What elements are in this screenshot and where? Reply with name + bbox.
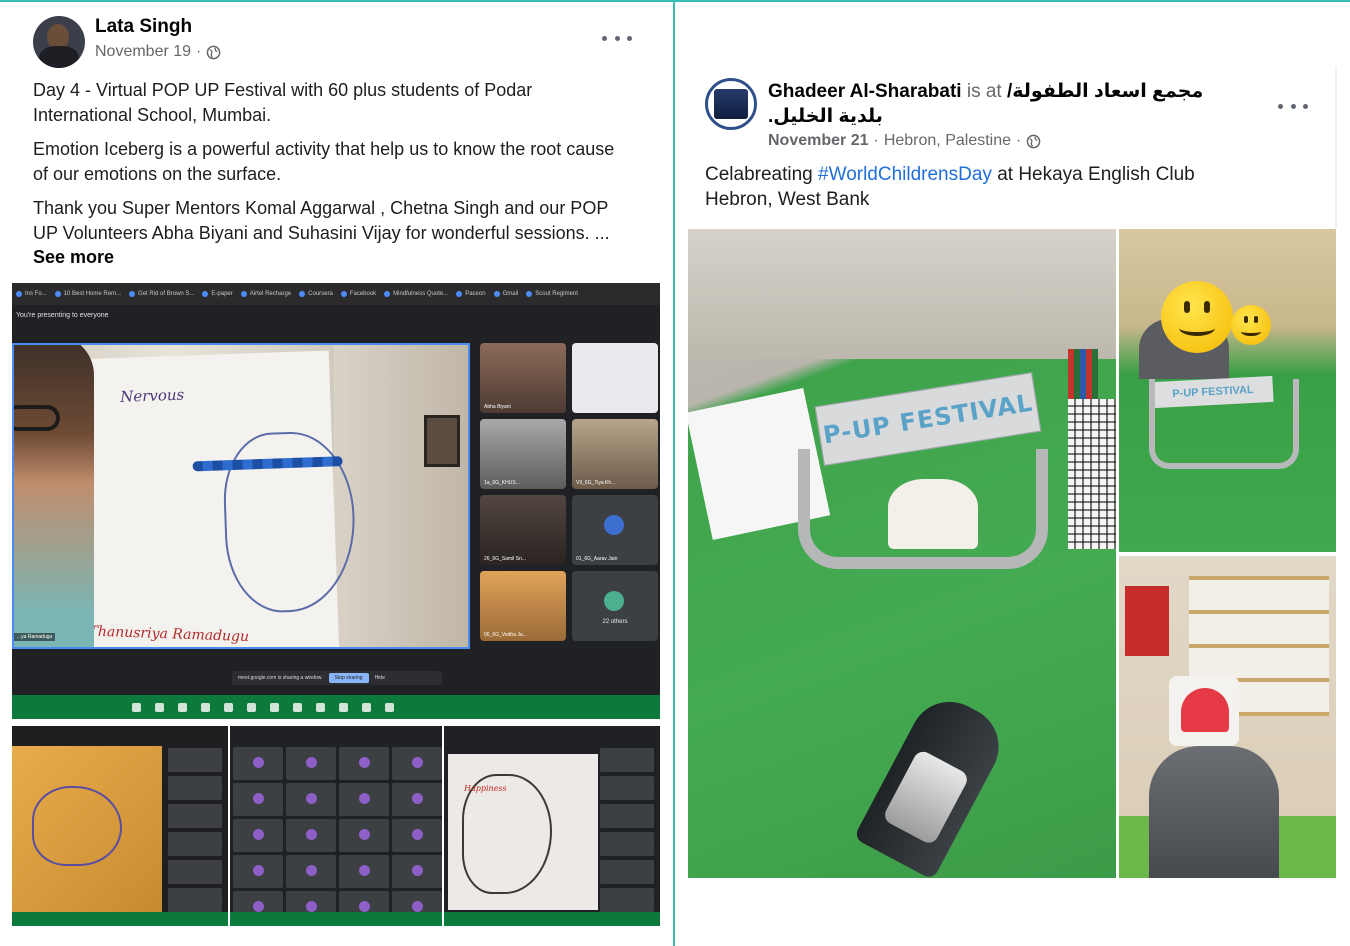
post-date[interactable]: November 21 bbox=[768, 132, 869, 150]
post-text: Celabreating #WorldChildrensDay at Hekay… bbox=[705, 164, 1195, 210]
bookmark: Ins Fo... bbox=[16, 291, 47, 297]
meeting-screenshot-4[interactable]: Happiness bbox=[444, 726, 660, 926]
post-lata-singh: Lata Singh November 19 · Day 4 - Virtual… bbox=[12, 10, 660, 934]
avatar[interactable] bbox=[33, 16, 85, 68]
author-line: Ghadeer Al-Sharabati is at مجمع اسعاد ال… bbox=[768, 79, 1248, 129]
post-ghadeer-al-sharabati: Ghadeer Al-Sharabati is at مجمع اسعاد ال… bbox=[688, 66, 1336, 880]
participant-tile-others: 22 others bbox=[572, 571, 658, 641]
presenter-video: Nervous Thanusriya Ramadugu ...ya Ramadu… bbox=[12, 343, 470, 649]
post-location[interactable]: Hebron, Palestine bbox=[884, 132, 1011, 150]
see-more-link[interactable]: See more bbox=[33, 247, 114, 267]
participant-tiles: Abha Biyani 1a_6G_KHUS... VII_6G_Tiya Kh… bbox=[476, 343, 660, 649]
post-text-paragraph-3-body: Thank you Super Mentors Komal Aggarwal ,… bbox=[33, 198, 610, 243]
meta-separator: · bbox=[196, 43, 202, 60]
photo-bottom-right[interactable] bbox=[1119, 556, 1336, 878]
card-edge bbox=[1335, 66, 1337, 228]
participant-tile: 01_6G_Aarav Jain bbox=[572, 495, 658, 565]
author-name[interactable]: Lata Singh bbox=[95, 16, 192, 38]
post-text-paragraph-2: Emotion Iceberg is a powerful activity t… bbox=[33, 139, 615, 184]
bookmarks-bar: Ins Fo... 10 Best Home Rem... Get Rid of… bbox=[12, 283, 660, 305]
post-text-paragraph-3: Thank you Super Mentors Komal Aggarwal ,… bbox=[33, 196, 633, 270]
photo-top-right[interactable]: P-UP FESTIVAL bbox=[1119, 229, 1336, 552]
bookmark: Get Rid of Brown S... bbox=[129, 291, 194, 297]
bookmark: Scout Regiment bbox=[526, 291, 578, 297]
globe-icon bbox=[207, 45, 221, 59]
bookmark: Paceon bbox=[456, 291, 486, 297]
is-at-label: is at bbox=[966, 81, 1002, 102]
bookmark: Facebook bbox=[340, 291, 376, 297]
photo-main[interactable]: P-UP FESTIVAL bbox=[688, 229, 1116, 878]
stop-sharing-button[interactable]: Stop sharing bbox=[328, 673, 369, 683]
author-name[interactable]: Ghadeer Al-Sharabati bbox=[768, 81, 962, 102]
bookmark: 10 Best Home Rem... bbox=[54, 291, 121, 297]
post-text-paragraph-1: Day 4 - Virtual POP UP Festival with 60 … bbox=[33, 80, 533, 125]
meeting-screenshot-3[interactable] bbox=[230, 726, 442, 926]
column-divider bbox=[673, 0, 675, 946]
participant-tile: 1a_6G_KHUS... bbox=[480, 419, 566, 489]
participant-tile: Abha Biyani bbox=[480, 343, 566, 413]
post-header: Lata Singh November 19 · bbox=[12, 10, 660, 74]
participant-tile bbox=[572, 343, 658, 413]
windows-taskbar bbox=[12, 695, 660, 719]
post-meta: November 21 · Hebron, Palestine · bbox=[768, 132, 1041, 150]
share-text: meet.google.com is sharing a window. bbox=[238, 675, 323, 681]
bookmark: E-paper bbox=[202, 291, 233, 297]
meeting-screenshot-2[interactable] bbox=[12, 726, 228, 926]
globe-icon bbox=[1027, 134, 1041, 148]
participant-tile: VII_6G_Tiya Kh... bbox=[572, 419, 658, 489]
post-meta: November 19 · bbox=[95, 43, 221, 61]
post-date[interactable]: November 19 bbox=[95, 43, 191, 61]
participant-tile: 26_6G_Samil Sri... bbox=[480, 495, 566, 565]
participant-tile: 06_6G_Vedha Ja... bbox=[480, 571, 566, 641]
bookmark: Mindfulness Quote... bbox=[384, 291, 448, 297]
presenter-label: ...ya Ramadugu bbox=[14, 633, 56, 641]
top-border bbox=[0, 0, 1350, 2]
drawing-word: Nervous bbox=[119, 385, 185, 406]
hashtag-link[interactable]: #WorldChildrensDay bbox=[818, 164, 992, 185]
drawing-signature: Thanusriya Ramadugu bbox=[88, 623, 250, 646]
more-options-icon[interactable] bbox=[1278, 96, 1308, 116]
meeting-screenshot[interactable]: Ins Fo... 10 Best Home Rem... Get Rid of… bbox=[12, 283, 660, 719]
hide-button[interactable]: Hide bbox=[375, 675, 385, 681]
bookmark: Coursera bbox=[299, 291, 333, 297]
more-options-icon[interactable] bbox=[602, 28, 632, 48]
bookmark: Airtel Recharge bbox=[240, 291, 291, 297]
presenting-notice: You're presenting to everyone bbox=[12, 305, 660, 327]
share-banner: meet.google.com is sharing a window. Sto… bbox=[232, 671, 442, 685]
avatar[interactable] bbox=[705, 78, 757, 130]
bookmark: Gmail bbox=[493, 291, 518, 297]
meeting-controls: meet.google.com is sharing a window. Sto… bbox=[12, 649, 660, 695]
